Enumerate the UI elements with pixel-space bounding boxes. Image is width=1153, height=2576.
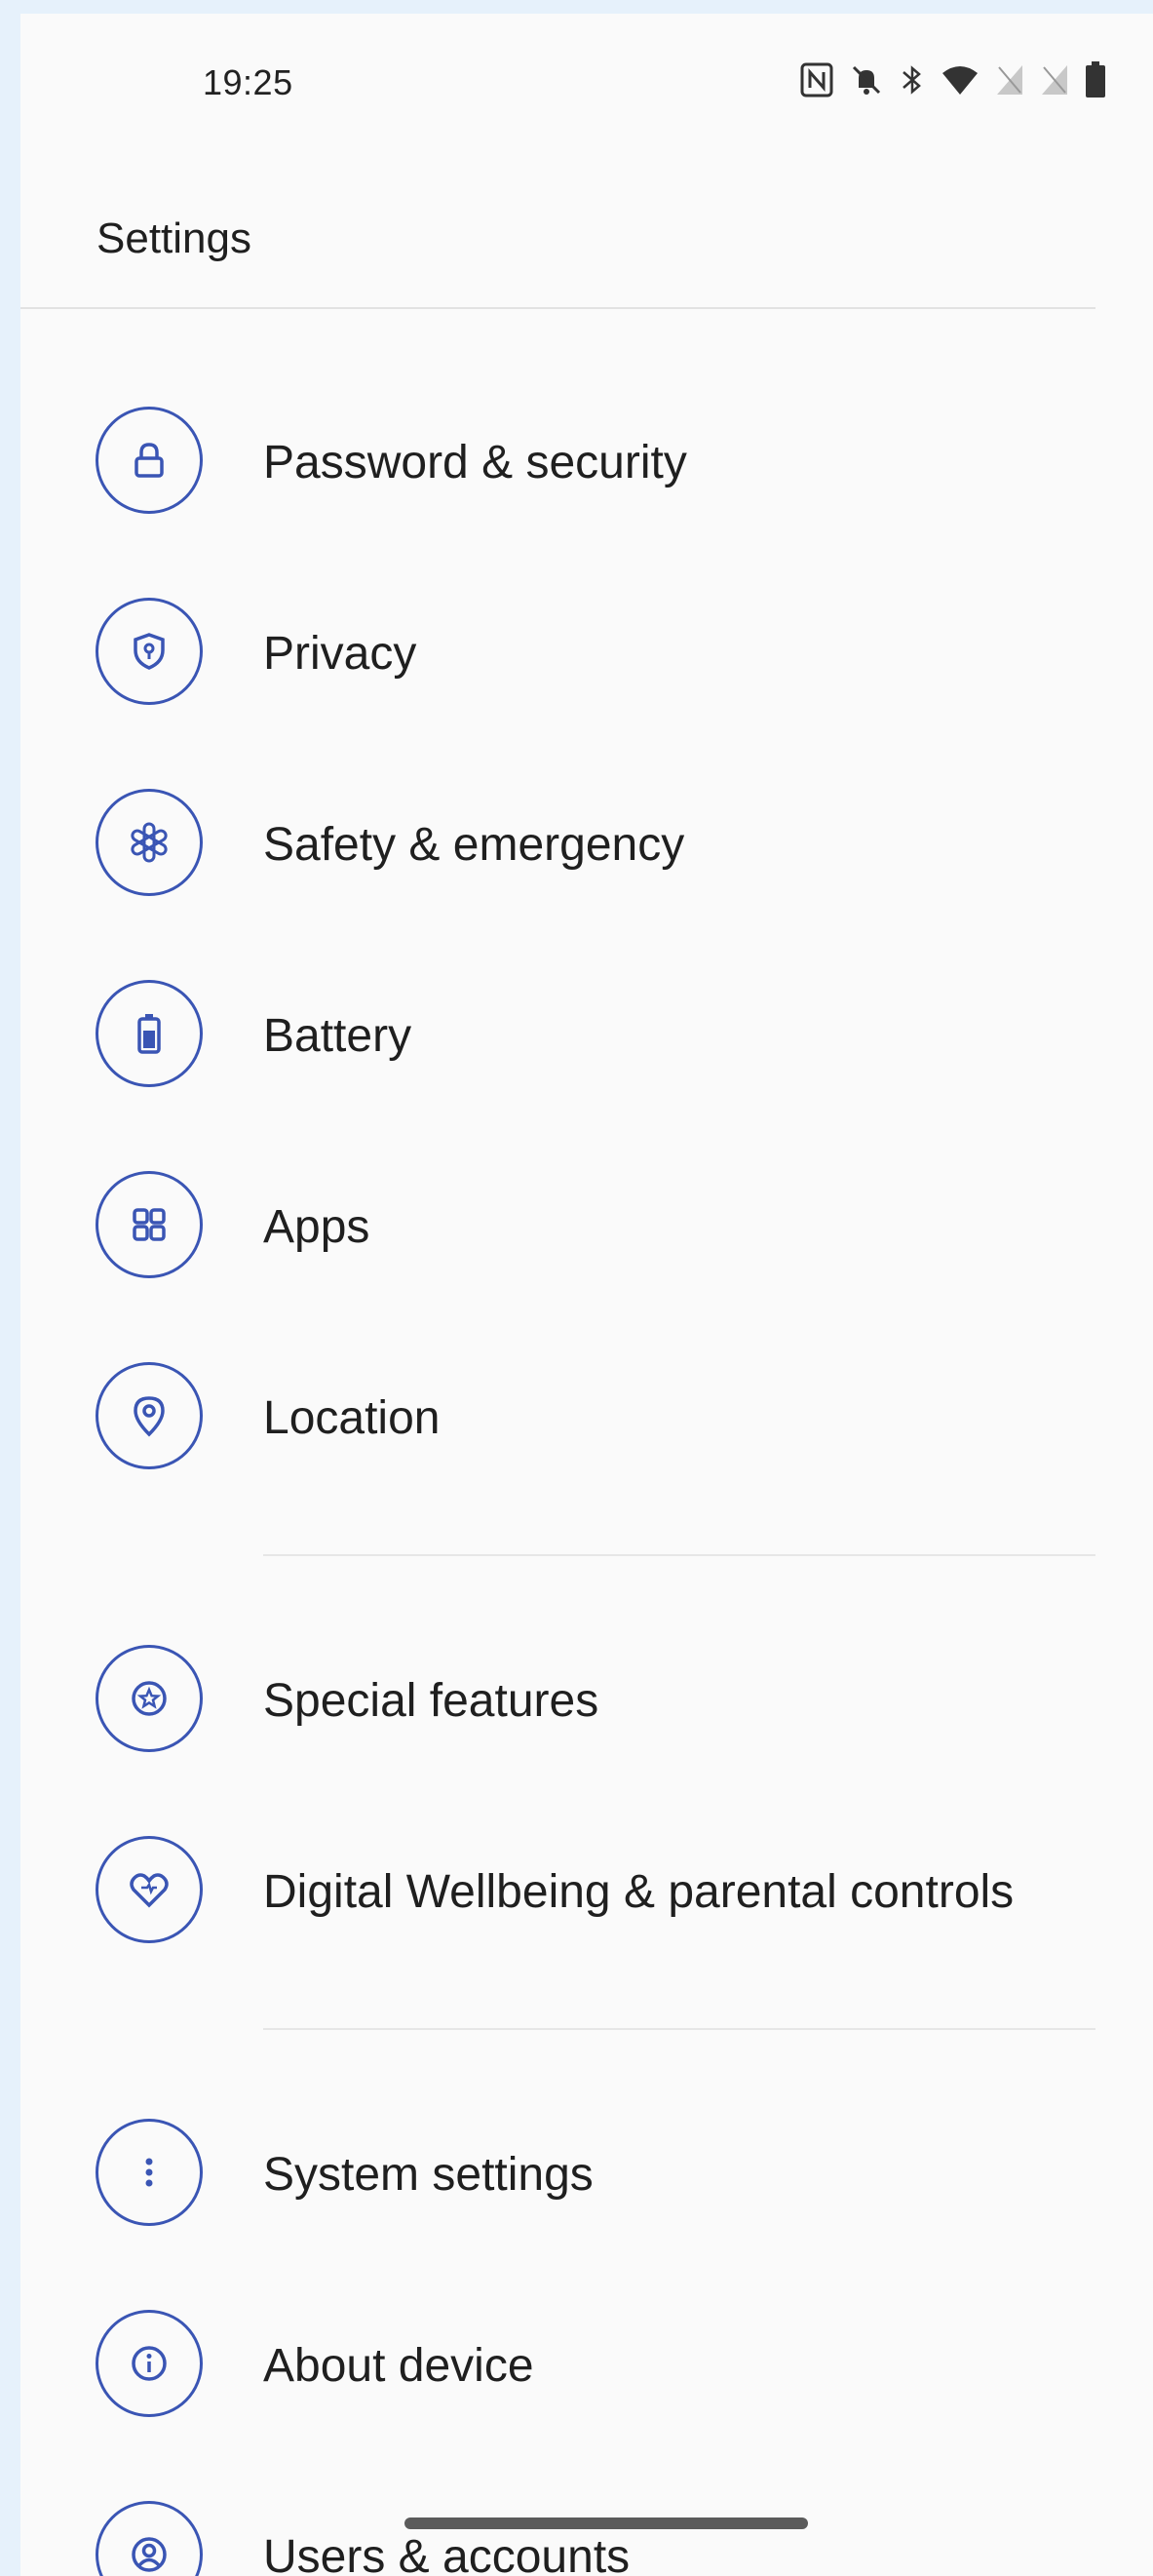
- status-time: 19:25: [203, 62, 293, 102]
- settings-item-apps[interactable]: Apps: [20, 1129, 1153, 1320]
- screenshot-frame: 19:25 Settings Password & security Priva…: [0, 0, 1153, 2576]
- bluetooth-icon: [900, 62, 925, 98]
- settings-item-digital-wellbeing[interactable]: Digital Wellbeing & parental controls: [20, 1794, 1153, 1985]
- lock-icon: [96, 407, 203, 514]
- settings-item-label: Digital Wellbeing & parental controls: [263, 1866, 1015, 1918]
- settings-item-system-settings[interactable]: System settings: [20, 2077, 1153, 2268]
- settings-item-label: System settings: [263, 2149, 594, 2201]
- settings-item-label: Safety & emergency: [263, 819, 685, 871]
- settings-item-location[interactable]: Location: [20, 1320, 1153, 1511]
- settings-item-battery[interactable]: Battery: [20, 938, 1153, 1129]
- more-vertical-icon: [96, 2119, 203, 2226]
- settings-item-safety-emergency[interactable]: Safety & emergency: [20, 747, 1153, 938]
- header-divider: [20, 307, 1095, 309]
- settings-item-password-security[interactable]: Password & security: [20, 365, 1153, 556]
- page-title: Settings: [96, 215, 251, 262]
- status-icons: [800, 60, 1106, 99]
- settings-item-label: Special features: [263, 1675, 599, 1727]
- app-header: Settings: [20, 131, 1153, 326]
- info-icon: [96, 2310, 203, 2417]
- settings-item-label: Battery: [263, 1010, 412, 1062]
- status-bar: 19:25: [20, 14, 1153, 131]
- privacy-shield-icon: [96, 598, 203, 705]
- heart-icon: [96, 1836, 203, 1943]
- settings-item-label: Location: [263, 1392, 441, 1444]
- gesture-navigation-handle[interactable]: [404, 2517, 808, 2529]
- apps-grid-icon: [96, 1171, 203, 1278]
- settings-item-label: Users & accounts: [263, 2531, 631, 2576]
- settings-item-label: Password & security: [263, 437, 687, 488]
- phone-screen: 19:25 Settings Password & security Priva…: [20, 14, 1153, 2576]
- group-divider: [263, 2028, 1095, 2030]
- settings-item-label: Privacy: [263, 628, 417, 680]
- emergency-asterisk-icon: [96, 789, 203, 896]
- group-divider: [263, 1554, 1095, 1556]
- sim-2-no-signal-icon: [1040, 63, 1069, 97]
- sim-1-no-signal-icon: [995, 63, 1024, 97]
- settings-item-privacy[interactable]: Privacy: [20, 556, 1153, 747]
- location-pin-icon: [96, 1362, 203, 1469]
- nfc-icon: [800, 62, 833, 98]
- battery-icon: [96, 980, 203, 1087]
- settings-item-about-device[interactable]: About device: [20, 2268, 1153, 2459]
- settings-item-label: About device: [263, 2340, 534, 2392]
- settings-item-special-features[interactable]: Special features: [20, 1603, 1153, 1794]
- notifications-muted-icon: [849, 62, 884, 98]
- star-badge-icon: [96, 1645, 203, 1752]
- settings-item-label: Apps: [263, 1201, 370, 1253]
- battery-icon: [1085, 61, 1106, 98]
- user-account-icon: [96, 2501, 203, 2576]
- wifi-icon: [941, 63, 980, 97]
